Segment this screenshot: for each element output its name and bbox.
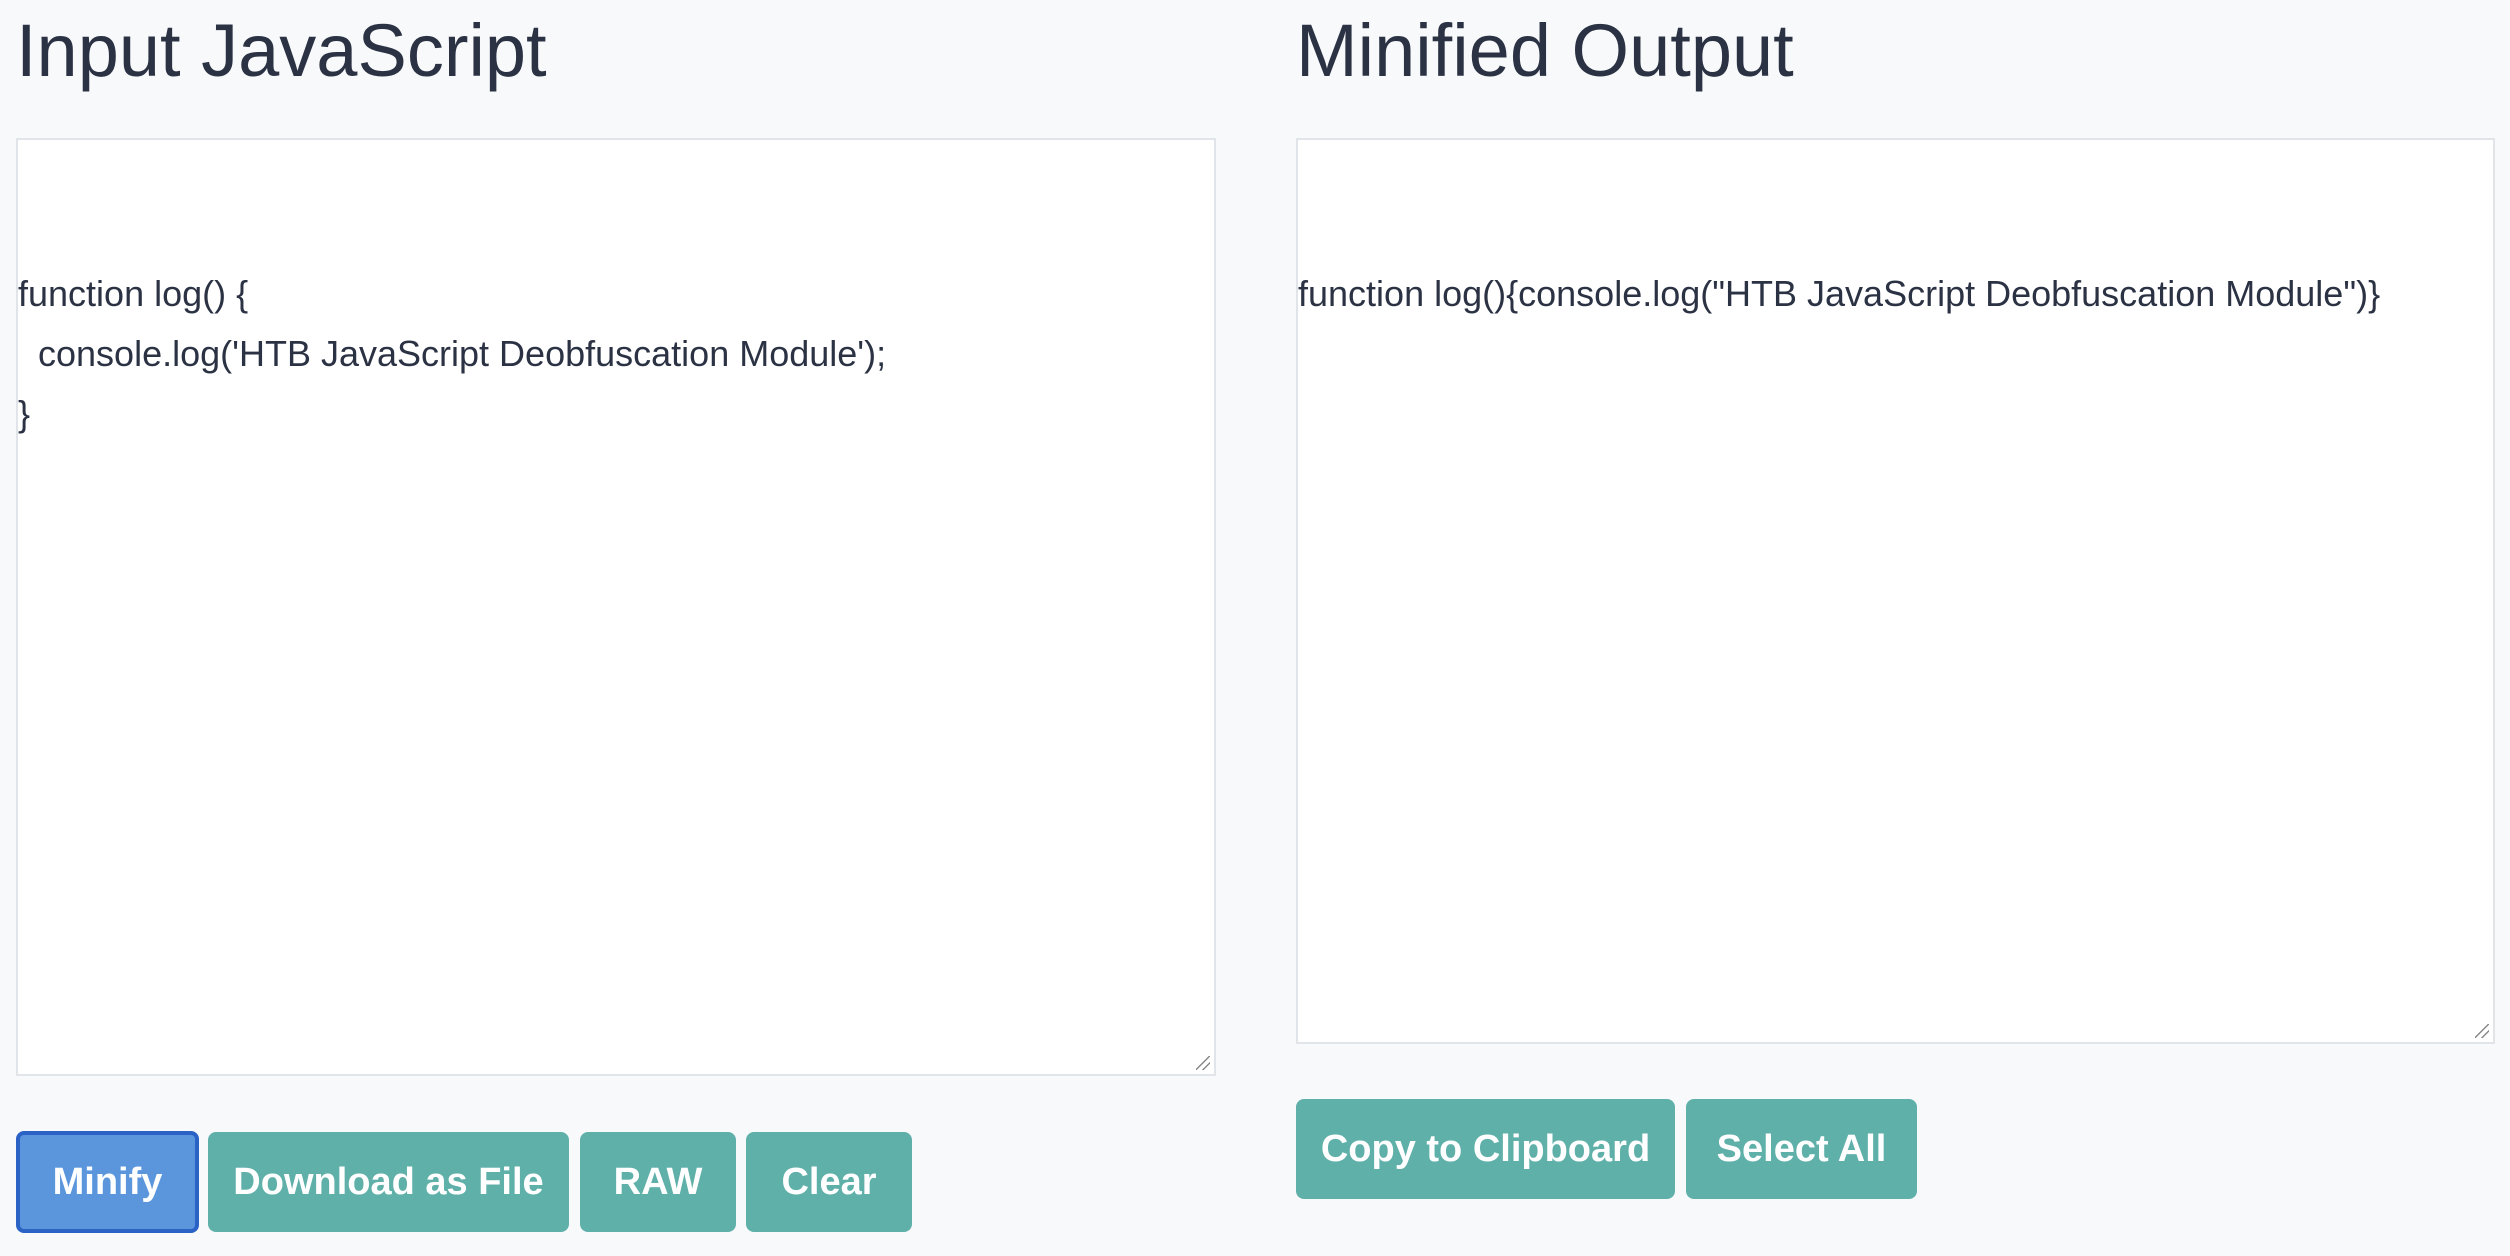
select-all-button[interactable]: Select All bbox=[1686, 1099, 1917, 1199]
resize-handle-icon[interactable] bbox=[1196, 1056, 1210, 1070]
output-code[interactable]: function log(){console.log("HTB JavaScri… bbox=[1298, 260, 2493, 324]
output-textarea[interactable]: function log(){console.log("HTB JavaScri… bbox=[1296, 138, 2495, 1044]
input-textarea[interactable]: function log() { console.log('HTB JavaSc… bbox=[16, 138, 1216, 1076]
raw-button[interactable]: RAW bbox=[580, 1132, 736, 1232]
minify-button[interactable]: Minify bbox=[16, 1131, 199, 1233]
download-button[interactable]: Download as File bbox=[208, 1132, 569, 1232]
output-title: Minified Output bbox=[1296, 9, 1794, 92]
resize-handle-icon[interactable] bbox=[2475, 1024, 2489, 1038]
input-code[interactable]: function log() { console.log('HTB JavaSc… bbox=[18, 260, 1214, 444]
copy-to-clipboard-button[interactable]: Copy to Clipboard bbox=[1296, 1099, 1675, 1199]
clear-button[interactable]: Clear bbox=[746, 1132, 912, 1232]
input-title: Input JavaScript bbox=[16, 9, 547, 92]
